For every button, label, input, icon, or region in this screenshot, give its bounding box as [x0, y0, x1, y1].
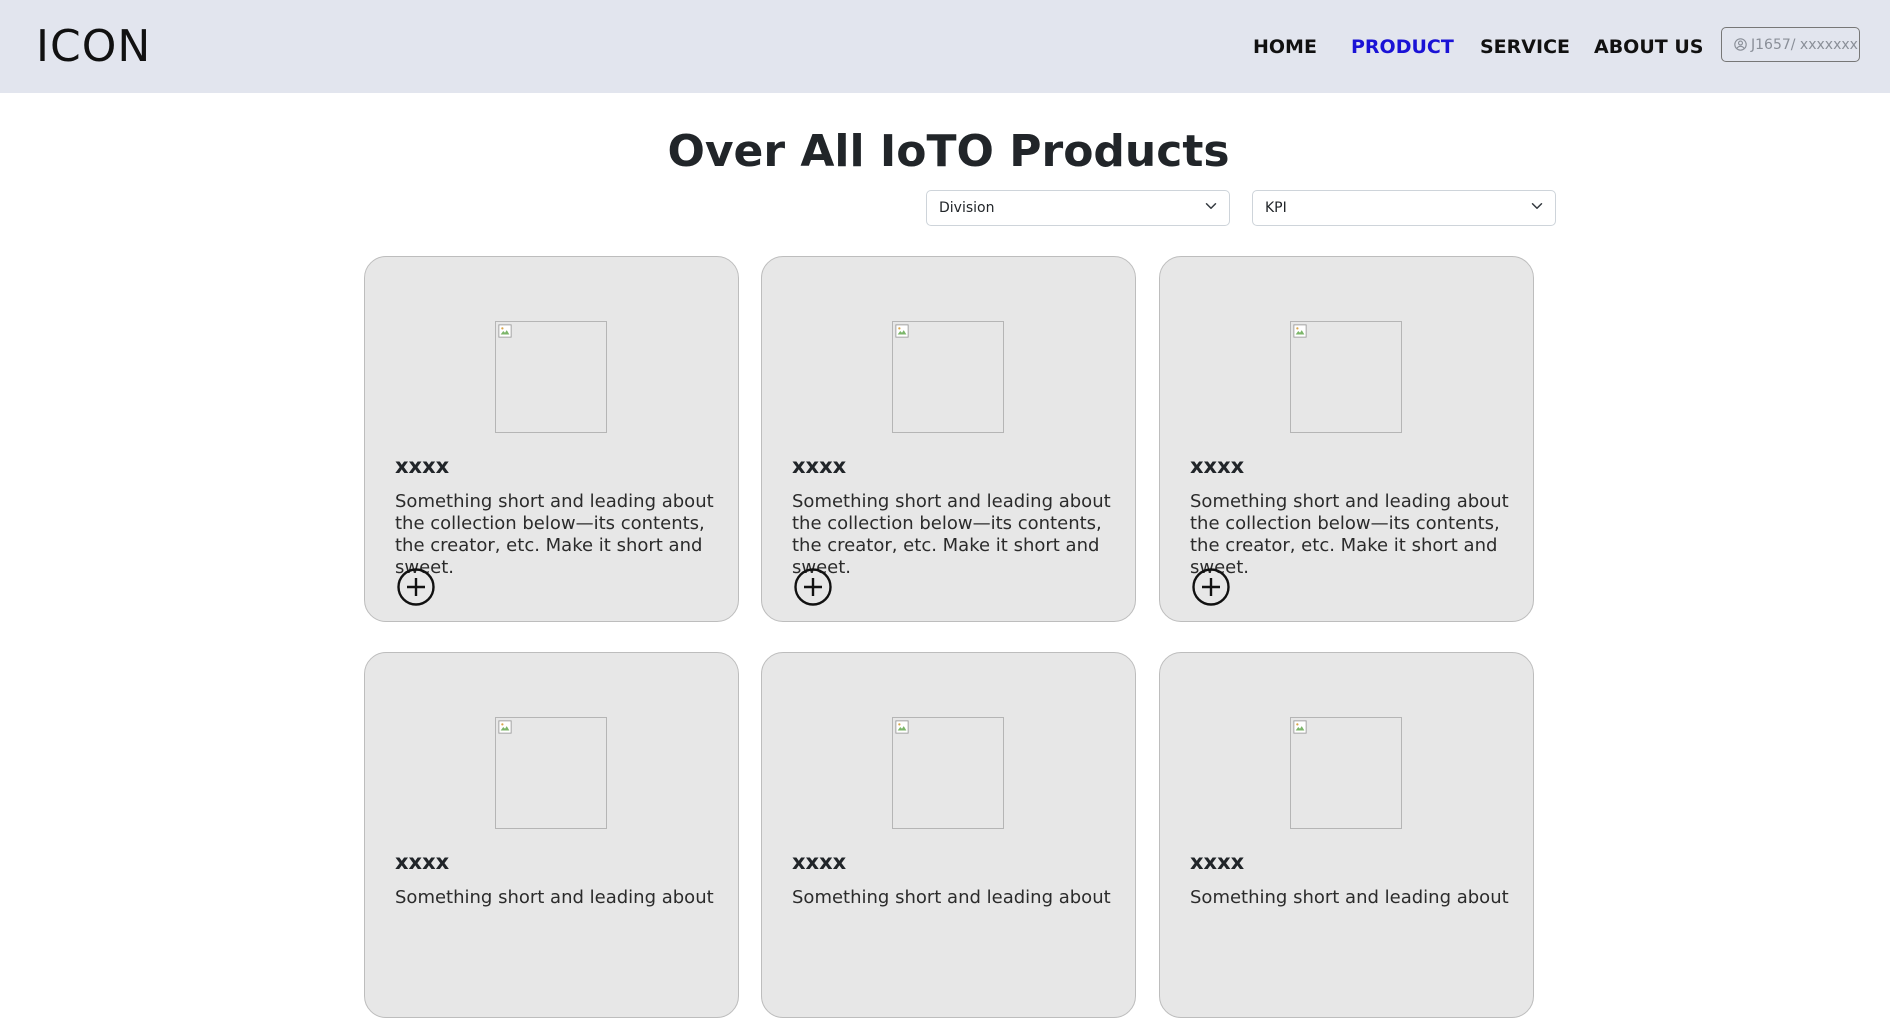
product-card-title: xxxx — [792, 850, 847, 874]
kpi-select[interactable]: KPI — [1252, 190, 1556, 226]
product-card: xxxx Something short and leading about — [761, 652, 1136, 1018]
product-card-title: xxxx — [792, 454, 847, 478]
kpi-select-value: KPI — [1265, 200, 1287, 216]
add-product-button[interactable] — [794, 568, 832, 606]
division-select-value: Division — [939, 200, 995, 216]
product-card-text: Something short and leading about the co… — [1190, 491, 1509, 578]
user-id-value: J1657/ xxxxxxx — [1751, 36, 1858, 53]
product-image — [495, 321, 607, 433]
plus-circle-icon — [794, 568, 832, 606]
broken-image-icon — [895, 324, 909, 338]
product-card-title: xxxx — [395, 850, 450, 874]
product-card: xxxx Something short and leading about t… — [761, 256, 1136, 622]
plus-circle-icon — [1192, 568, 1230, 606]
product-image — [495, 717, 607, 829]
product-image — [892, 717, 1004, 829]
product-card: xxxx Something short and leading about t… — [1159, 256, 1534, 622]
product-card-title: xxxx — [1190, 454, 1245, 478]
product-card-title: xxxx — [1190, 850, 1245, 874]
add-product-button[interactable] — [397, 568, 435, 606]
page-title: Over All IoTO Products — [667, 126, 1230, 177]
nav-link-about-us[interactable]: ABOUT US — [1594, 35, 1703, 59]
product-card-title: xxxx — [395, 454, 450, 478]
chevron-down-icon — [1205, 200, 1217, 216]
product-card-text: Something short and leading about — [792, 887, 1111, 908]
product-image — [892, 321, 1004, 433]
product-card-text: Something short and leading about — [1190, 887, 1509, 908]
product-image — [1290, 321, 1402, 433]
product-card-text: Something short and leading about the co… — [792, 491, 1111, 578]
division-select[interactable]: Division — [926, 190, 1230, 226]
broken-image-icon — [895, 720, 909, 734]
product-image — [1290, 717, 1402, 829]
broken-image-icon — [1293, 720, 1307, 734]
product-card-text: Something short and leading about the co… — [395, 491, 714, 578]
user-id-field[interactable]: J1657/ xxxxxxx — [1721, 27, 1860, 62]
nav-link-service[interactable]: SERVICE — [1480, 35, 1570, 59]
user-circle-icon — [1734, 38, 1747, 51]
product-card: xxxx Something short and leading about — [1159, 652, 1534, 1018]
product-card: xxxx Something short and leading about t… — [364, 256, 739, 622]
navbar: ICON HOME PRODUCT SERVICE ABOUT US J1657… — [0, 0, 1890, 93]
nav-link-home[interactable]: HOME — [1253, 35, 1317, 59]
plus-circle-icon — [397, 568, 435, 606]
broken-image-icon — [1293, 324, 1307, 338]
nav-link-product[interactable]: PRODUCT — [1351, 35, 1454, 59]
brand-logo[interactable]: ICON — [36, 22, 151, 72]
add-product-button[interactable] — [1192, 568, 1230, 606]
product-card: xxxx Something short and leading about — [364, 652, 739, 1018]
chevron-down-icon — [1531, 200, 1543, 216]
broken-image-icon — [498, 324, 512, 338]
product-card-text: Something short and leading about — [395, 887, 714, 908]
broken-image-icon — [498, 720, 512, 734]
